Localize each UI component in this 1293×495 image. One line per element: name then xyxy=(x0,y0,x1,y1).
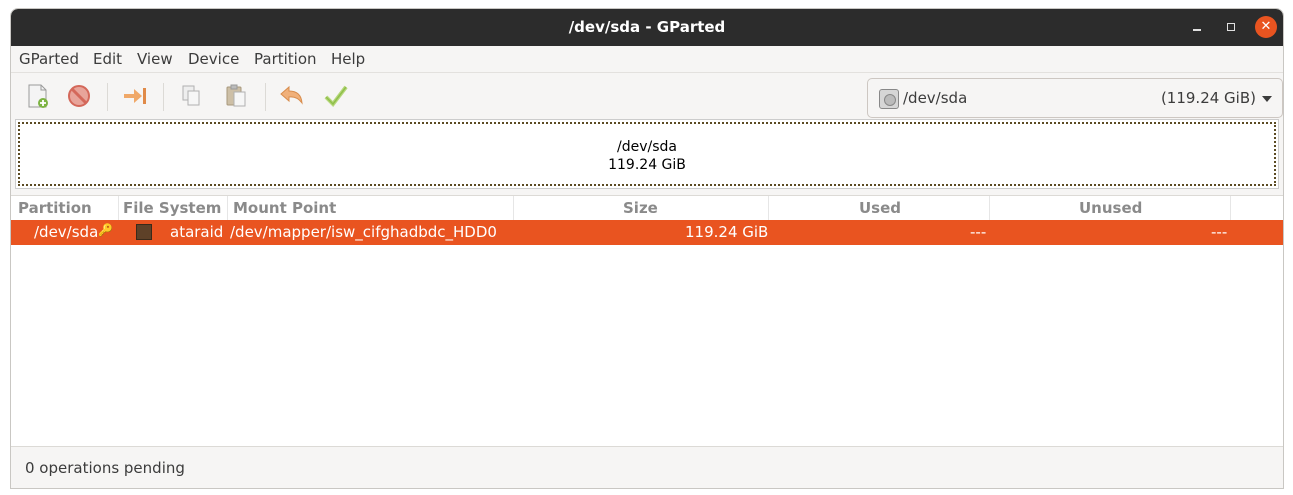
delete-partition-button[interactable] xyxy=(64,81,94,111)
column-separator xyxy=(1230,196,1231,220)
undo-icon xyxy=(280,85,303,105)
paste-button[interactable] xyxy=(221,81,251,111)
minimize-icon xyxy=(1193,29,1201,31)
column-size[interactable]: Size xyxy=(623,199,658,217)
device-size: (119.24 GiB) xyxy=(1160,89,1256,107)
table-row[interactable]: /dev/sda 🔑 ataraid /dev/mapper/isw_cifgh… xyxy=(11,220,1283,245)
cell-unused: --- xyxy=(1211,223,1228,241)
partition-table: Partition File System Mount Point Size U… xyxy=(11,195,1283,447)
status-bar: 0 operations pending xyxy=(11,449,1283,488)
gparted-window: /dev/sda - GParted ✕ GParted Edit View D… xyxy=(10,8,1284,489)
menu-partition[interactable]: Partition xyxy=(254,50,317,68)
toolbar-separator xyxy=(265,83,266,111)
table-header: Partition File System Mount Point Size U… xyxy=(11,196,1283,220)
maximize-button[interactable] xyxy=(1220,16,1242,38)
delete-icon xyxy=(68,85,90,107)
disk-map-size: 119.24 GiB xyxy=(608,157,686,173)
column-separator xyxy=(118,196,119,220)
minimize-button[interactable] xyxy=(1186,16,1208,38)
device-selector[interactable]: /dev/sda (119.24 GiB) xyxy=(867,78,1283,118)
column-used[interactable]: Used xyxy=(859,199,901,217)
menu-bar: GParted Edit View Device Partition Help xyxy=(11,46,1283,72)
dropdown-arrow-icon xyxy=(1262,96,1272,102)
column-filesystem[interactable]: File System xyxy=(123,199,221,217)
menu-edit[interactable]: Edit xyxy=(93,50,122,68)
disk-map-device: /dev/sda xyxy=(617,139,677,155)
hard-disk-icon xyxy=(879,89,899,109)
apply-icon xyxy=(324,85,348,108)
cell-size: 119.24 GiB xyxy=(685,223,769,241)
paste-icon xyxy=(226,84,246,107)
cell-partition: /dev/sda xyxy=(34,223,99,241)
cell-used: --- xyxy=(970,223,987,241)
toolbar: /dev/sda (119.24 GiB) xyxy=(11,72,1283,120)
copy-button[interactable] xyxy=(177,81,207,111)
column-separator xyxy=(989,196,990,220)
column-partition[interactable]: Partition xyxy=(18,199,92,217)
apply-button[interactable] xyxy=(321,81,351,111)
disk-map[interactable]: /dev/sda 119.24 GiB xyxy=(15,119,1279,189)
column-separator xyxy=(227,196,228,220)
menu-device[interactable]: Device xyxy=(188,50,239,68)
column-separator xyxy=(768,196,769,220)
filesystem-color-swatch xyxy=(136,224,152,240)
toolbar-separator xyxy=(163,83,164,111)
disk-map-partition[interactable]: /dev/sda 119.24 GiB xyxy=(18,122,1276,186)
menu-help[interactable]: Help xyxy=(331,50,365,68)
close-button[interactable]: ✕ xyxy=(1255,16,1277,38)
device-name: /dev/sda xyxy=(903,89,968,107)
cell-filesystem: ataraid xyxy=(170,223,224,241)
title-bar: /dev/sda - GParted ✕ xyxy=(11,9,1283,46)
menu-view[interactable]: View xyxy=(137,50,173,68)
window-title: /dev/sda - GParted xyxy=(568,18,726,36)
resize-move-button[interactable] xyxy=(120,81,150,111)
column-separator xyxy=(513,196,514,220)
close-icon: ✕ xyxy=(1260,19,1272,34)
column-unused[interactable]: Unused xyxy=(1079,199,1142,217)
status-text: 0 operations pending xyxy=(25,459,185,477)
resize-move-icon xyxy=(124,88,146,104)
column-mount-point[interactable]: Mount Point xyxy=(233,199,336,217)
menu-gparted[interactable]: GParted xyxy=(19,50,79,68)
maximize-icon xyxy=(1227,23,1235,31)
new-partition-button[interactable] xyxy=(23,81,53,111)
cell-mount-point: /dev/mapper/isw_cifghadbdc_HDD0 xyxy=(230,223,497,241)
undo-button[interactable] xyxy=(277,81,307,111)
new-icon xyxy=(28,84,48,108)
toolbar-separator xyxy=(107,83,108,111)
copy-icon xyxy=(182,85,200,106)
key-icon: 🔑 xyxy=(98,223,113,237)
